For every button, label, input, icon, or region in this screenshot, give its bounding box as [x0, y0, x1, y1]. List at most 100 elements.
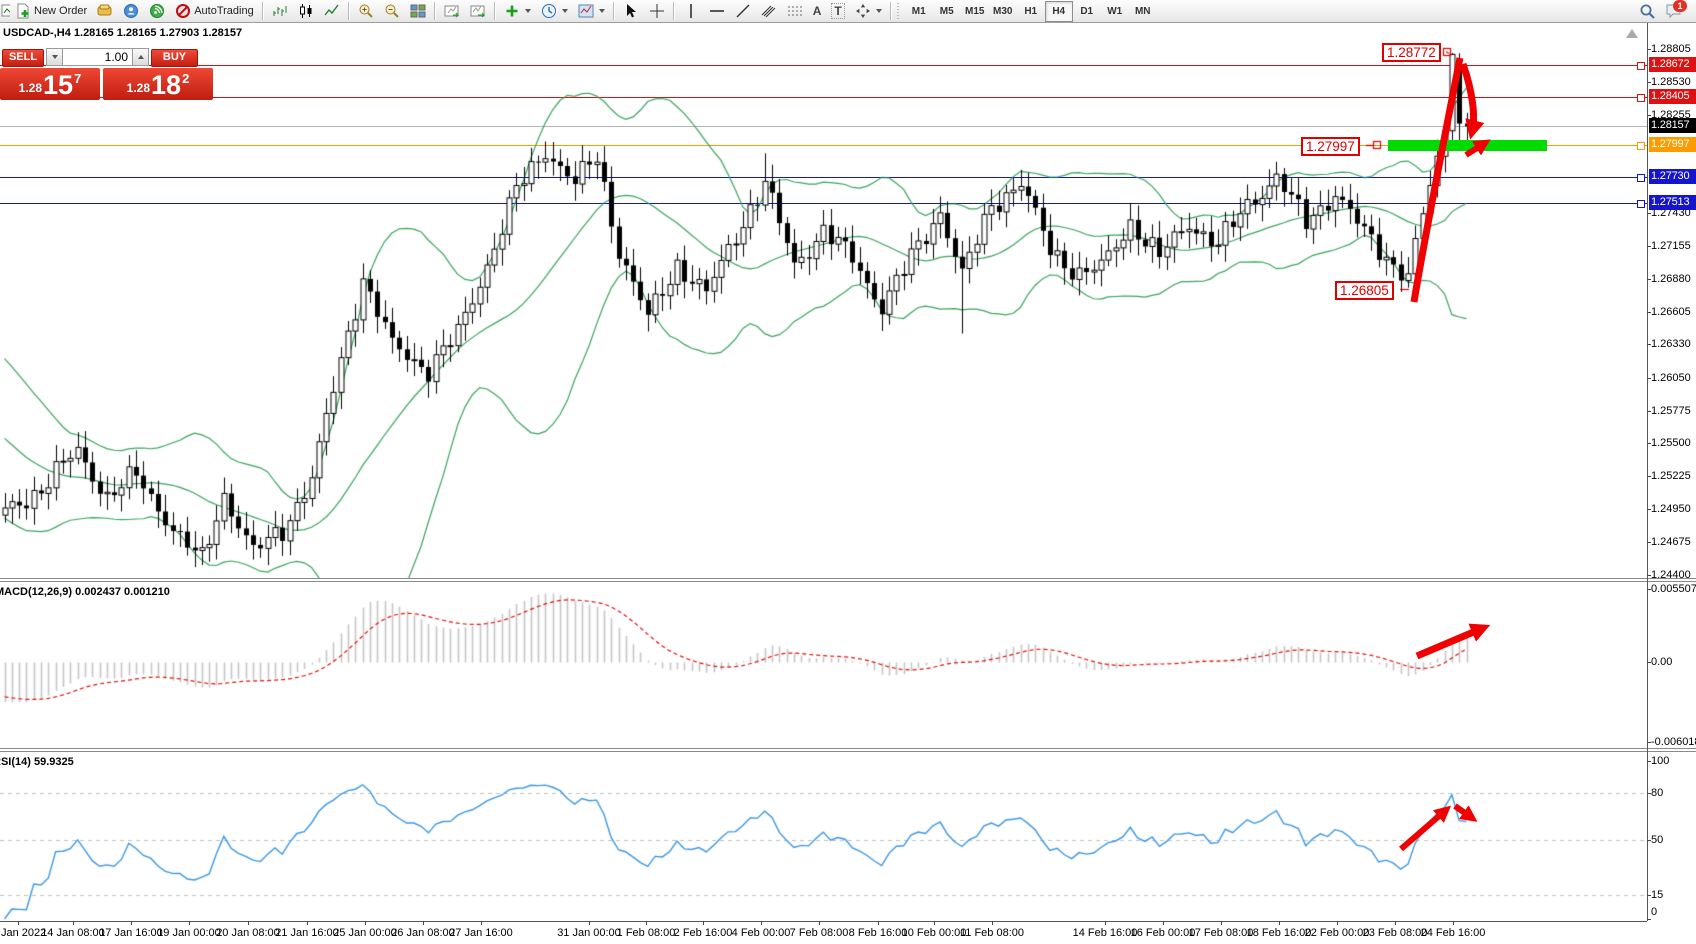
tf-button-m30[interactable]: M30 — [989, 1, 1017, 22]
fibonacci-tool-button[interactable] — [782, 0, 808, 22]
time-tick-mark — [1279, 921, 1280, 925]
time-tick-mark — [1221, 921, 1222, 925]
new-order-label: New Order — [34, 5, 87, 17]
price-tick-label: 1.26605 — [1651, 305, 1695, 319]
time-tick-mark — [703, 921, 704, 925]
time-tick-mark — [878, 921, 879, 925]
price-callout[interactable]: 1.26805 — [1335, 281, 1394, 300]
templates-button[interactable] — [573, 0, 610, 22]
toolbar-grip — [897, 3, 902, 19]
arrows-tool-button[interactable] — [850, 0, 887, 22]
time-tick-mark — [18, 921, 19, 925]
community-button[interactable] — [118, 0, 144, 22]
toolbar-separator — [262, 2, 264, 20]
community-icon — [123, 3, 139, 19]
buy-price-whole: 1.28 — [127, 81, 150, 95]
rsi-tick-label: 50 — [1651, 833, 1695, 847]
line-chart-icon — [324, 3, 340, 19]
macd-tick-label: 0.00 — [1651, 655, 1695, 669]
toolbar-separator — [348, 2, 350, 20]
zoom-out-button[interactable] — [379, 0, 405, 22]
time-axis-label: 19 Jan 00:00 — [157, 927, 221, 939]
text-tool-button[interactable]: A — [808, 0, 827, 22]
notifications-button[interactable]: 1 — [1660, 0, 1690, 22]
volume-stepper — [46, 48, 149, 66]
periods-button[interactable] — [536, 0, 573, 22]
candlestick-chart-button[interactable] — [293, 0, 319, 22]
signals-button[interactable] — [144, 0, 170, 22]
tf-button-h4[interactable]: H4 — [1045, 1, 1073, 22]
text-label-tool-button[interactable]: T — [826, 0, 849, 22]
price-tick-label: 1.26050 — [1651, 371, 1695, 385]
horizontal-line-tool-button[interactable] — [704, 0, 730, 22]
zoom-in-button[interactable] — [353, 0, 379, 22]
tf-button-mn[interactable]: MN — [1129, 1, 1157, 22]
horizontal-line-icon — [709, 3, 725, 19]
arrows-icon — [855, 3, 871, 19]
channel-tool-button[interactable] — [756, 0, 782, 22]
price-tick-label: 1.24675 — [1651, 535, 1695, 549]
price-tick-label: 1.28530 — [1651, 75, 1695, 89]
tf-button-d1[interactable]: D1 — [1073, 1, 1101, 22]
buy-button[interactable]: BUY — [151, 49, 198, 67]
market-button[interactable] — [92, 0, 118, 22]
time-axis-label: 4 Feb 00:00 — [732, 927, 791, 939]
rsi-tick-label: 80 — [1651, 786, 1695, 800]
time-axis-label: 21 Jan 16:00 — [275, 927, 339, 939]
indicators-button[interactable] — [499, 0, 536, 22]
tf-button-m15[interactable]: M15 — [961, 1, 989, 22]
sell-button[interactable]: SELL — [2, 49, 44, 67]
cursor-tool-button[interactable] — [618, 0, 644, 22]
new-order-button[interactable]: New Order — [10, 0, 92, 22]
search-icon — [1639, 3, 1655, 19]
notification-badge: 1 — [1673, 0, 1687, 12]
zoom-out-icon — [384, 3, 400, 19]
chat-icon: 1 — [1665, 2, 1685, 20]
tf-button-h1[interactable]: H1 — [1017, 1, 1045, 22]
chevron-down-icon — [525, 9, 531, 13]
toolbar-separator — [434, 2, 436, 20]
price-callout[interactable]: 1.27997 — [1301, 137, 1360, 156]
tf-button-w1[interactable]: W1 — [1101, 1, 1129, 22]
rsi-tick-label: 15 — [1651, 888, 1695, 902]
time-tick-mark — [1395, 921, 1396, 925]
vertical-line-tool-button[interactable] — [678, 0, 704, 22]
rsi-tick-mark — [1647, 919, 1651, 920]
fibonacci-icon — [787, 3, 803, 19]
trendline-tool-button[interactable] — [730, 0, 756, 22]
toolbar-right-group: 1 — [1634, 0, 1690, 22]
time-axis-label: 8 Feb 16:00 — [849, 927, 908, 939]
price-tick-label: 1.26880 — [1651, 272, 1695, 286]
price-tick-label: 1.26330 — [1651, 337, 1695, 351]
line-chart-button[interactable] — [319, 0, 345, 22]
search-button[interactable] — [1634, 0, 1660, 22]
chart-shift-button[interactable] — [439, 0, 465, 22]
add-indicator-icon — [504, 3, 520, 19]
autotrading-button[interactable]: AutoTrading — [170, 0, 259, 22]
time-tick-mark — [481, 921, 482, 925]
volume-increase-button[interactable] — [132, 48, 149, 66]
bar-chart-button[interactable] — [267, 0, 293, 22]
time-axis-label: 11 Feb 08:00 — [960, 927, 1024, 939]
chevron-down-icon — [562, 9, 568, 13]
buy-price-display[interactable]: 1.28 18 2 — [103, 68, 213, 100]
panel-separator[interactable] — [0, 578, 1696, 579]
sell-price-display[interactable]: 1.28 15 7 — [0, 68, 100, 100]
panel-separator[interactable] — [0, 748, 1696, 749]
time-tick-mark — [131, 921, 132, 925]
panel-separator — [0, 751, 1696, 752]
new-chart-icon[interactable] — [1, 3, 10, 19]
time-tick-mark — [73, 921, 74, 925]
tile-windows-button[interactable] — [405, 0, 431, 22]
tf-button-m5[interactable]: M5 — [933, 1, 961, 22]
time-tick-mark — [1105, 921, 1106, 925]
cursor-icon — [623, 3, 639, 19]
price-callout[interactable]: 1.28772 — [1382, 43, 1441, 62]
volume-decrease-button[interactable] — [46, 48, 63, 66]
crosshair-tool-button[interactable] — [644, 0, 670, 22]
volume-input[interactable] — [63, 48, 132, 66]
support-zone-rectangle[interactable] — [1388, 140, 1547, 151]
autotrading-icon — [175, 3, 191, 19]
tf-button-m1[interactable]: M1 — [905, 1, 933, 22]
autoscroll-button[interactable] — [465, 0, 491, 22]
